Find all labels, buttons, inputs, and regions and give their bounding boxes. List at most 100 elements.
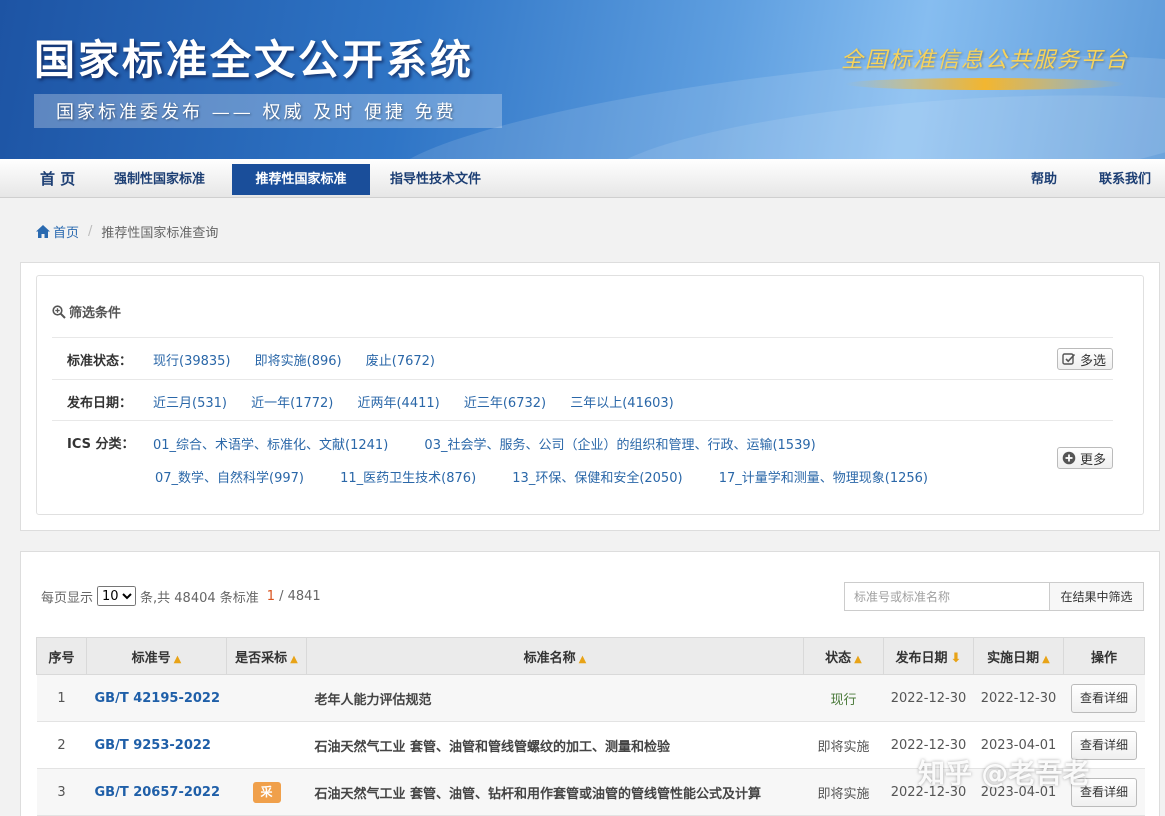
ics-option[interactable]: 01_综合、术语学、标准化、文献(1241) [153,438,388,453]
date-options: 近三月(531) 近一年(1772) 近两年(4411) 近三年(6732) 三… [153,392,694,411]
more-label: 更多 [1079,452,1106,468]
filter-title-label: 筛选条件 [69,306,122,321]
view-detail-button[interactable]: 查看详细 [1070,730,1137,760]
nav-contact[interactable]: 联系我们 [1099,164,1151,195]
status-option[interactable]: 即将实施(896) [255,354,342,369]
date-option[interactable]: 三年以上(41603) [570,396,674,411]
cell-action: 查看详细 [1063,768,1145,816]
header-adopted[interactable]: 是否采标 ▲ [226,637,307,675]
ics-option[interactable]: 03_社会学、服务、公司（企业）的组织和管理、行政、运输(1539) [424,438,815,453]
result-search: 在结果中筛选 [844,582,1144,611]
standards-table: 序号 标准号 ▲ 是否采标 ▲ 标准名称 ▲ 状态 ▲ 发布日期 ⬇ 实施日期 ▲ 操作 1… [36,637,1145,816]
view-detail-button[interactable]: 查看详细 [1070,777,1137,807]
ics-option[interactable]: 07_数学、自然科学(997) [155,471,304,486]
header-code[interactable]: 标准号 ▲ [86,637,227,675]
table-row: 2 GB/T 9253-2022 石油天然气工业 套管、油管和管线管螺纹的加工、… [36,721,1145,769]
sort-asc-icon: ▲ [578,653,587,665]
nav-guidance-documents[interactable]: 指导性技术文件 [390,164,481,195]
date-label: 发布日期： [67,396,133,411]
cell-name[interactable]: 石油天然气工业 套管、油管和管线管螺纹的加工、测量和检验 [306,721,804,769]
breadcrumb-home[interactable]: 首页 [36,222,79,241]
cell-code[interactable]: GB/T 42195-2022 [86,674,227,722]
cell-action: 查看详细 [1063,721,1145,769]
cell-name[interactable]: 老年人能力评估规范 [306,674,804,722]
per-page-select[interactable]: 10 [97,586,137,606]
date-option[interactable]: 近一年(1772) [251,396,333,411]
pagination-summary: 每页显示 10 条,共 48404 条标准 1 / 4841 [41,586,321,606]
date-option[interactable]: 近三年(6732) [464,396,546,411]
multi-select-label: 多选 [1079,353,1106,369]
home-icon [36,225,50,238]
zoom-in-icon [52,304,66,319]
cell-code[interactable]: GB/T 9253-2022 [86,721,227,769]
adopted-badge: 采 [252,781,281,803]
filter-title: 筛选条件 [52,302,121,321]
site-subtitle-bar: 国家标准委发布 —— 权威 及时 便捷 免费 [34,94,502,128]
cell-seq: 1 [36,674,87,722]
platform-name: 全国标准信息公共服务平台 [840,48,1129,73]
cell-adopted [226,721,307,769]
date-option[interactable]: 近三月(531) [153,396,227,411]
header-status[interactable]: 状态 ▲ [803,637,884,675]
ics-option[interactable]: 11_医药卫生技术(876) [340,471,476,486]
cell-seq: 2 [36,721,87,769]
more-button[interactable]: 更多 [1056,447,1113,469]
table-row: 1 GB/T 42195-2022 老年人能力评估规范 现行 2022-12-3… [36,674,1145,722]
search-input[interactable] [845,583,1050,610]
cell-action: 查看详细 [1063,674,1145,722]
ics-label: ICS 分类： [67,437,135,452]
multi-select-button[interactable]: 多选 [1056,348,1113,370]
filter-row-date: 发布日期： 近三月(531) 近一年(1772) 近两年(4411) 近三年(6… [52,379,1113,420]
header-impl-date[interactable]: 实施日期 ▲ [973,637,1064,675]
sort-asc-icon: ▲ [173,653,182,665]
breadcrumb-separator: / [88,224,93,239]
nav-help[interactable]: 帮助 [1031,164,1057,195]
ics-options-row-1: 01_综合、术语学、标准化、文献(1241) 03_社会学、服务、公司（企业）的… [153,434,836,453]
site-subtitle: 国家标准委发布 —— 权威 及时 便捷 免费 [56,102,457,123]
sort-asc-icon: ▲ [290,653,298,665]
table-header-row: 序号 标准号 ▲ 是否采标 ▲ 标准名称 ▲ 状态 ▲ 发布日期 ⬇ 实施日期 ▲ 操作 [36,637,1145,675]
nav-recommended-standards[interactable]: 推荐性国家标准 [232,164,370,195]
status-label: 标准状态： [67,354,133,369]
nav-home[interactable]: 首 页 [40,164,75,195]
sort-asc-icon: ▲ [1042,653,1050,665]
cell-impl-date: 2023-04-01 [973,768,1064,816]
breadcrumb-current: 推荐性国家标准查询 [101,226,219,241]
header-seq: 序号 [36,637,87,675]
cell-adopted [226,674,307,722]
plus-circle-icon [1062,451,1076,465]
current-page: 1 [266,588,276,604]
table-row: 3 GB/T 20657-2022 采 石油天然气工业 套管、油管、钻杆和用作套… [36,768,1145,816]
cell-pub-date: 2022-12-30 [883,768,974,816]
nav-mandatory-standards[interactable]: 强制性国家标准 [114,164,205,195]
ics-option[interactable]: 13_环保、保健和安全(2050) [512,471,682,486]
header-banner: 国家标准全文公开系统 国家标准委发布 —— 权威 及时 便捷 免费 全国标准信息… [0,0,1165,159]
header-name[interactable]: 标准名称 ▲ [306,637,804,675]
cell-seq: 3 [36,768,87,816]
sort-asc-icon: ▲ [854,653,862,665]
cell-pub-date: 2022-12-30 [883,721,974,769]
per-page-prefix: 每页显示 [41,590,94,606]
status-option[interactable]: 废止(7672) [366,354,435,369]
cell-status: 即将实施 [803,768,884,816]
status-option[interactable]: 现行(39835) [153,354,231,369]
filter-in-results-button[interactable]: 在结果中筛选 [1050,583,1143,610]
main-nav: 首 页 强制性国家标准 推荐性国家标准 指导性技术文件 帮助 联系我们 [0,159,1165,198]
platform-brush-stroke [845,78,1125,90]
sort-desc-icon: ⬇ [950,650,962,666]
cell-status: 即将实施 [803,721,884,769]
cell-impl-date: 2023-04-01 [973,721,1064,769]
date-option[interactable]: 近两年(4411) [357,396,439,411]
breadcrumb-home-label: 首页 [53,226,80,241]
ics-option[interactable]: 17_计量学和测量、物理现象(1256) [719,471,928,486]
cell-code[interactable]: GB/T 20657-2022 [86,768,227,816]
check-square-icon [1062,353,1076,365]
filter-row-ics: ICS 分类： 01_综合、术语学、标准化、文献(1241) 03_社会学、服务… [52,420,1113,500]
header-action: 操作 [1063,637,1145,675]
header-pub-date[interactable]: 发布日期 ⬇ [883,637,974,675]
cell-name[interactable]: 石油天然气工业 套管、油管、钻杆和用作套管或油管的管线管性能公式及计算 [306,768,804,816]
breadcrumb: 首页 / 推荐性国家标准查询 [36,222,218,241]
view-detail-button[interactable]: 查看详细 [1070,683,1137,713]
total-count: 条,共 48404 条标准 [140,590,259,606]
filter-row-status: 标准状态： 现行(39835) 即将实施(896) 废止(7672) 多选 [52,337,1113,379]
